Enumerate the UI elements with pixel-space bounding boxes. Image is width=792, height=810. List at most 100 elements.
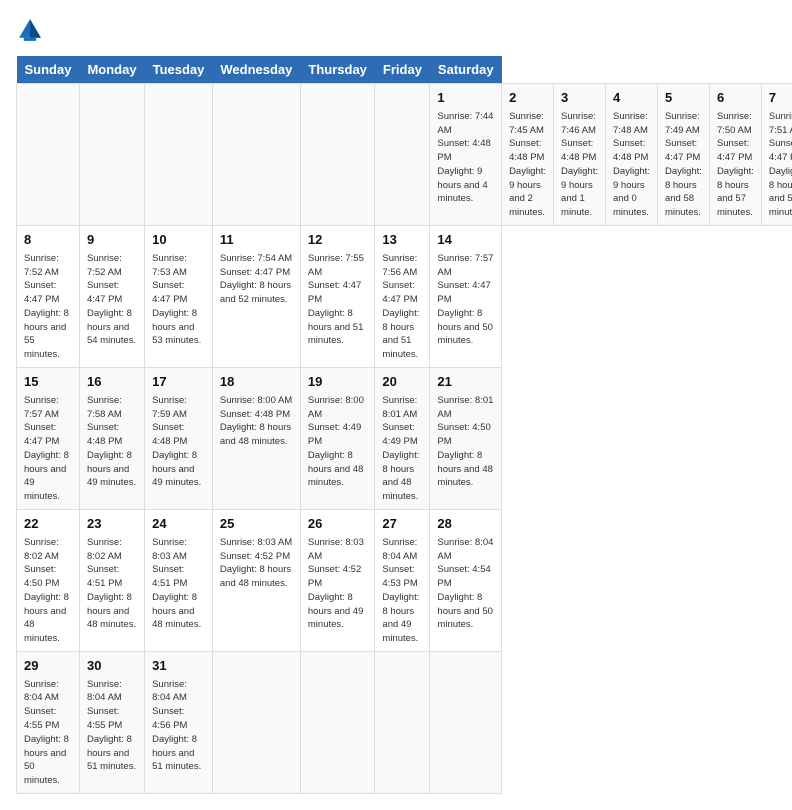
day-number: 21 bbox=[437, 373, 494, 392]
day-info: Sunrise: 8:04 AMSunset: 4:53 PMDaylight:… bbox=[382, 536, 422, 646]
calendar-cell: 28 Sunrise: 8:04 AMSunset: 4:54 PMDayligh… bbox=[430, 509, 502, 651]
day-number: 1 bbox=[437, 89, 494, 108]
calendar-week-4: 29 Sunrise: 8:04 AMSunset: 4:55 PMDayligh… bbox=[17, 651, 792, 793]
logo-icon bbox=[16, 16, 44, 44]
day-info: Sunrise: 7:53 AMSunset: 4:47 PMDaylight:… bbox=[152, 252, 205, 348]
day-info: Sunrise: 8:02 AMSunset: 4:51 PMDaylight:… bbox=[87, 536, 137, 632]
calendar-cell: 22Sunrise: 8:02 AMSunset: 4:50 PMDayligh… bbox=[17, 509, 80, 651]
day-info: Sunrise: 7:50 AMSunset: 4:47 PMDaylight:… bbox=[717, 110, 754, 220]
calendar-cell: 27 Sunrise: 8:04 AMSunset: 4:53 PMDayligh… bbox=[375, 509, 430, 651]
calendar-table: SundayMondayTuesdayWednesdayThursdayFrid… bbox=[16, 56, 792, 794]
calendar-week-0: 1 Sunrise: 7:44 AMSunset: 4:48 PMDaylight… bbox=[17, 84, 792, 226]
calendar-cell: 15 Sunrise: 7:57 AMSunset: 4:47 PMDayligh… bbox=[17, 367, 80, 509]
calendar-cell bbox=[300, 651, 375, 793]
day-number: 28 bbox=[437, 515, 494, 534]
calendar-cell bbox=[375, 84, 430, 226]
calendar-cell: 16 Sunrise: 7:58 AMSunset: 4:48 PMDayligh… bbox=[79, 367, 144, 509]
day-info: Sunrise: 8:03 AMSunset: 4:51 PMDaylight:… bbox=[152, 536, 205, 632]
calendar-cell: 5Sunrise: 7:49 AMSunset: 4:47 PMDaylight… bbox=[657, 84, 709, 226]
calendar-cell: 4Sunrise: 7:48 AMSunset: 4:48 PMDaylight… bbox=[606, 84, 658, 226]
day-info: Sunrise: 8:00 AMSunset: 4:48 PMDaylight:… bbox=[220, 394, 293, 449]
calendar-week-2: 15 Sunrise: 7:57 AMSunset: 4:47 PMDayligh… bbox=[17, 367, 792, 509]
col-header-sunday: Sunday bbox=[17, 56, 80, 84]
day-number: 15 bbox=[24, 373, 72, 392]
calendar-cell: 3 Sunrise: 7:46 AMSunset: 4:48 PMDaylight… bbox=[554, 84, 606, 226]
day-number: 23 bbox=[87, 515, 137, 534]
calendar-cell: 31 Sunrise: 8:04 AMSunset: 4:56 PMDayligh… bbox=[145, 651, 213, 793]
day-number: 3 bbox=[561, 89, 598, 108]
day-number: 24 bbox=[152, 515, 205, 534]
day-number: 12 bbox=[308, 231, 368, 250]
calendar-cell: 1 Sunrise: 7:44 AMSunset: 4:48 PMDaylight… bbox=[430, 84, 502, 226]
calendar-week-3: 22Sunrise: 8:02 AMSunset: 4:50 PMDayligh… bbox=[17, 509, 792, 651]
day-number: 31 bbox=[152, 657, 205, 676]
col-header-thursday: Thursday bbox=[300, 56, 375, 84]
day-number: 7 bbox=[769, 89, 792, 108]
day-info: Sunrise: 7:55 AMSunset: 4:47 PMDaylight:… bbox=[308, 252, 368, 348]
col-header-wednesday: Wednesday bbox=[212, 56, 300, 84]
calendar-cell: 23 Sunrise: 8:02 AMSunset: 4:51 PMDayligh… bbox=[79, 509, 144, 651]
calendar-cell: 2 Sunrise: 7:45 AMSunset: 4:48 PMDaylight… bbox=[502, 84, 554, 226]
calendar-cell bbox=[212, 651, 300, 793]
day-info: Sunrise: 7:58 AMSunset: 4:48 PMDaylight:… bbox=[87, 394, 137, 490]
day-number: 19 bbox=[308, 373, 368, 392]
day-number: 26 bbox=[308, 515, 368, 534]
day-number: 8 bbox=[24, 231, 72, 250]
day-info: Sunrise: 8:04 AMSunset: 4:55 PMDaylight:… bbox=[24, 678, 72, 788]
calendar-cell: 14Sunrise: 7:57 AMSunset: 4:47 PMDayligh… bbox=[430, 225, 502, 367]
day-number: 6 bbox=[717, 89, 754, 108]
calendar-cell: 18 Sunrise: 8:00 AMSunset: 4:48 PMDayligh… bbox=[212, 367, 300, 509]
day-info: Sunrise: 8:02 AMSunset: 4:50 PMDaylight:… bbox=[24, 536, 72, 646]
calendar-cell: 25Sunrise: 8:03 AMSunset: 4:52 PMDayligh… bbox=[212, 509, 300, 651]
day-info: Sunrise: 8:03 AMSunset: 4:52 PMDaylight:… bbox=[220, 536, 293, 591]
calendar-cell: 12 Sunrise: 7:55 AMSunset: 4:47 PMDayligh… bbox=[300, 225, 375, 367]
calendar-week-1: 8Sunrise: 7:52 AMSunset: 4:47 PMDaylight… bbox=[17, 225, 792, 367]
day-number: 11 bbox=[220, 231, 293, 250]
day-info: Sunrise: 7:57 AMSunset: 4:47 PMDaylight:… bbox=[24, 394, 72, 504]
day-number: 27 bbox=[382, 515, 422, 534]
calendar-cell bbox=[145, 84, 213, 226]
day-number: 13 bbox=[382, 231, 422, 250]
day-info: Sunrise: 8:04 AMSunset: 4:54 PMDaylight:… bbox=[437, 536, 494, 632]
page-header bbox=[16, 16, 776, 44]
day-info: Sunrise: 7:54 AMSunset: 4:47 PMDaylight:… bbox=[220, 252, 293, 307]
calendar-cell: 13 Sunrise: 7:56 AMSunset: 4:47 PMDayligh… bbox=[375, 225, 430, 367]
calendar-cell: 29 Sunrise: 8:04 AMSunset: 4:55 PMDayligh… bbox=[17, 651, 80, 793]
calendar-cell: 19Sunrise: 8:00 AMSunset: 4:49 PMDayligh… bbox=[300, 367, 375, 509]
day-info: Sunrise: 8:01 AMSunset: 4:49 PMDaylight:… bbox=[382, 394, 422, 504]
logo bbox=[16, 16, 48, 44]
day-number: 20 bbox=[382, 373, 422, 392]
calendar-cell: 6 Sunrise: 7:50 AMSunset: 4:47 PMDaylight… bbox=[709, 84, 761, 226]
calendar-cell: 11 Sunrise: 7:54 AMSunset: 4:47 PMDayligh… bbox=[212, 225, 300, 367]
day-number: 9 bbox=[87, 231, 137, 250]
day-number: 17 bbox=[152, 373, 205, 392]
day-number: 10 bbox=[152, 231, 205, 250]
day-info: Sunrise: 7:46 AMSunset: 4:48 PMDaylight:… bbox=[561, 110, 598, 220]
day-number: 18 bbox=[220, 373, 293, 392]
calendar-cell: 24 Sunrise: 8:03 AMSunset: 4:51 PMDayligh… bbox=[145, 509, 213, 651]
day-info: Sunrise: 7:56 AMSunset: 4:47 PMDaylight:… bbox=[382, 252, 422, 362]
day-number: 2 bbox=[509, 89, 546, 108]
col-header-friday: Friday bbox=[375, 56, 430, 84]
calendar-header-row: SundayMondayTuesdayWednesdayThursdayFrid… bbox=[17, 56, 792, 84]
calendar-cell bbox=[79, 84, 144, 226]
calendar-cell: 7Sunrise: 7:51 AMSunset: 4:47 PMDaylight… bbox=[761, 84, 792, 226]
col-header-monday: Monday bbox=[79, 56, 144, 84]
calendar-cell: 9Sunrise: 7:52 AMSunset: 4:47 PMDaylight… bbox=[79, 225, 144, 367]
day-info: Sunrise: 8:04 AMSunset: 4:56 PMDaylight:… bbox=[152, 678, 205, 774]
calendar-cell: 20 Sunrise: 8:01 AMSunset: 4:49 PMDayligh… bbox=[375, 367, 430, 509]
calendar-cell bbox=[430, 651, 502, 793]
day-info: Sunrise: 7:44 AMSunset: 4:48 PMDaylight:… bbox=[437, 110, 494, 206]
day-info: Sunrise: 8:03 AMSunset: 4:52 PMDaylight:… bbox=[308, 536, 368, 632]
day-info: Sunrise: 8:01 AMSunset: 4:50 PMDaylight:… bbox=[437, 394, 494, 490]
col-header-tuesday: Tuesday bbox=[145, 56, 213, 84]
day-number: 16 bbox=[87, 373, 137, 392]
calendar-cell: 26 Sunrise: 8:03 AMSunset: 4:52 PMDayligh… bbox=[300, 509, 375, 651]
day-number: 29 bbox=[24, 657, 72, 676]
day-number: 4 bbox=[613, 89, 650, 108]
day-info: Sunrise: 7:45 AMSunset: 4:48 PMDaylight:… bbox=[509, 110, 546, 220]
calendar-cell: 10 Sunrise: 7:53 AMSunset: 4:47 PMDayligh… bbox=[145, 225, 213, 367]
calendar-cell: 21 Sunrise: 8:01 AMSunset: 4:50 PMDayligh… bbox=[430, 367, 502, 509]
day-number: 5 bbox=[665, 89, 702, 108]
day-info: Sunrise: 7:57 AMSunset: 4:47 PMDaylight:… bbox=[437, 252, 494, 348]
